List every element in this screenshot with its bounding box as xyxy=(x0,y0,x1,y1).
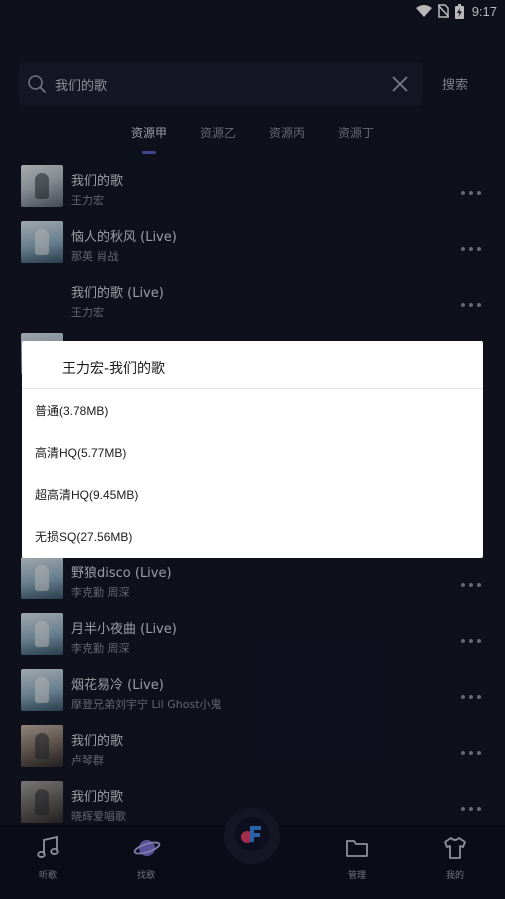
quality-option-standard[interactable]: 普通(3.78MB) xyxy=(35,396,475,426)
dialog-divider xyxy=(22,388,483,389)
quality-option-hq[interactable]: 高清HQ(5.77MB) xyxy=(35,438,475,468)
quality-option-super-hq[interactable]: 超高清HQ(9.45MB) xyxy=(35,480,475,510)
quality-option-lossless[interactable]: 无损SQ(27.56MB) xyxy=(35,522,475,552)
dialog-title: 王力宏-我们的歌 xyxy=(62,361,166,377)
quality-dialog: 王力宏-我们的歌 普通(3.78MB) 高清HQ(5.77MB) 超高清HQ(9… xyxy=(22,341,483,558)
